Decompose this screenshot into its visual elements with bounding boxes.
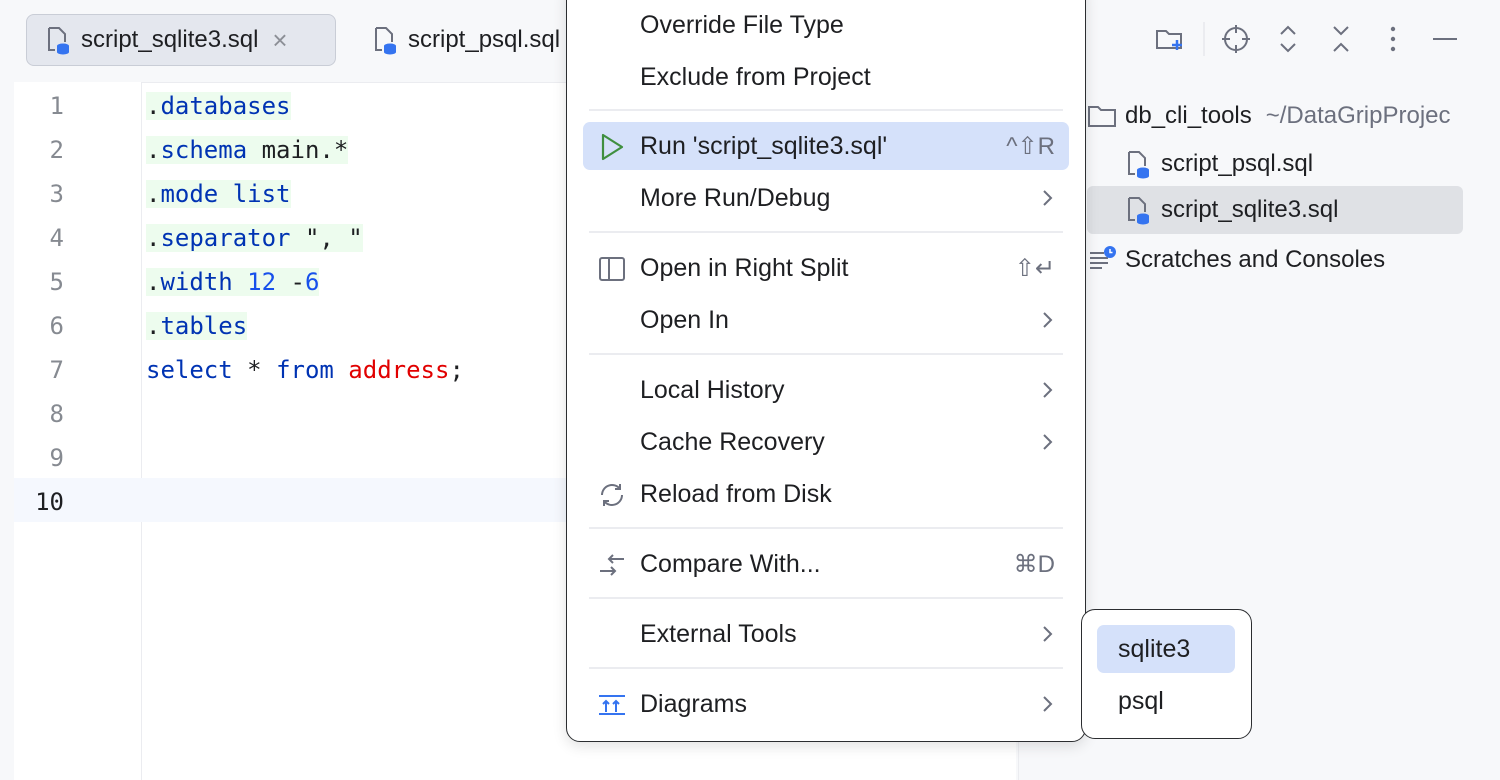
line-number: 6 [49, 312, 64, 340]
menu-item-open-in-right-split[interactable]: Open in Right Split ⇧↵ [583, 244, 1069, 292]
menu-item-reload-from-disk[interactable]: Reload from Disk [583, 470, 1069, 518]
chevron-right-icon [1043, 434, 1053, 450]
diagrams-icon [599, 695, 625, 715]
line-number: 8 [49, 400, 64, 428]
root-label: db_cli_tools [1125, 102, 1252, 129]
minimize-icon[interactable] [1428, 22, 1462, 56]
tree-scratches-and-consoles[interactable]: Scratches and Consoles [1087, 236, 1385, 284]
menu-item-local-history[interactable]: Local History [583, 366, 1069, 414]
shortcut: ^⇧R [1006, 132, 1055, 160]
expand-all-icon[interactable] [1271, 22, 1305, 56]
current-line-highlight [14, 478, 574, 522]
close-icon[interactable]: × [272, 25, 287, 56]
project-root-folder[interactable]: db_cli_tools ~/DataGripProjec [1087, 92, 1451, 140]
chevron-right-icon [1043, 626, 1053, 642]
external-tools-submenu: sqlite3 psql [1081, 609, 1252, 739]
code-line-1[interactable]: .databases [146, 84, 291, 128]
reload-icon [601, 484, 623, 506]
menu-item-open-in[interactable]: Open In [583, 296, 1069, 344]
code-line-2[interactable]: .schema main.* [146, 128, 349, 172]
line-number: 7 [49, 356, 64, 384]
menu-separator [589, 597, 1063, 599]
sql-file-icon [1128, 151, 1149, 179]
submenu-item-sqlite3[interactable]: sqlite3 [1097, 625, 1235, 673]
menu-item-more-run-debug[interactable]: More Run/Debug [583, 174, 1069, 222]
tab-label: script_sqlite3.sql [81, 26, 259, 53]
chevron-right-icon [1043, 190, 1053, 206]
file-label: script_sqlite3.sql [1161, 196, 1339, 223]
menu-item-cache-recovery[interactable]: Cache Recovery [583, 418, 1069, 466]
submenu-item-psql[interactable]: psql [1097, 677, 1235, 725]
code-line-6[interactable]: .tables [146, 304, 248, 348]
shortcut: ⌘D [1013, 550, 1055, 578]
collapse-all-icon[interactable] [1324, 22, 1358, 56]
locate-icon[interactable] [1219, 22, 1253, 56]
code-line-3[interactable]: .mode list [146, 172, 291, 216]
run-icon [601, 133, 624, 161]
line-number: 1 [49, 92, 64, 120]
context-menu: Override File Type Exclude from Project … [566, 0, 1086, 742]
line-number-current: 10 [35, 488, 64, 516]
chevron-right-icon [1043, 696, 1053, 712]
root-path: ~/DataGripProjec [1265, 102, 1451, 129]
menu-item-exclude-from-project[interactable]: Exclude from Project [583, 53, 1069, 101]
menu-separator [589, 667, 1063, 669]
sql-file-icon [375, 27, 396, 55]
file-label: script_psql.sql [1161, 150, 1314, 177]
shortcut: ⇧↵ [1014, 254, 1055, 282]
menu-separator [589, 109, 1063, 111]
line-number: 3 [49, 180, 64, 208]
tab-script-psql[interactable]: script_psql.sql [366, 14, 560, 66]
menu-separator [589, 353, 1063, 355]
line-number: 4 [49, 224, 64, 252]
tree-file-script-psql[interactable]: script_psql.sql [1123, 140, 1463, 188]
folder-icon [1088, 106, 1116, 127]
line-number: 9 [49, 444, 64, 472]
scratches-label: Scratches and Consoles [1125, 246, 1386, 273]
code-line-7[interactable]: select * from address; [146, 348, 464, 392]
chevron-right-icon [1043, 382, 1053, 398]
menu-item-run[interactable]: Run 'script_sqlite3.sql' ^⇧R [583, 122, 1069, 170]
compare-icon [600, 554, 624, 576]
tree-file-script-sqlite3[interactable]: script_sqlite3.sql [1087, 186, 1463, 234]
toolbar-divider [1203, 22, 1205, 56]
menu-item-diagrams[interactable]: Diagrams [583, 680, 1069, 728]
code-line-5[interactable]: .width 12 -6 [146, 260, 320, 304]
menu-separator [589, 231, 1063, 233]
new-folder-icon[interactable] [1153, 22, 1187, 56]
tab-label: script_psql.sql [408, 26, 561, 53]
line-number: 2 [49, 136, 64, 164]
split-icon [599, 257, 625, 281]
tab-script-sqlite3[interactable]: script_sqlite3.sql × [26, 14, 336, 66]
menu-separator [589, 527, 1063, 529]
code-line-4[interactable]: .separator ", " [146, 216, 363, 260]
more-options-icon[interactable] [1376, 22, 1410, 56]
line-number: 5 [49, 268, 64, 296]
menu-item-external-tools[interactable]: External Tools [583, 610, 1069, 658]
sql-file-icon [48, 27, 69, 55]
sql-file-icon [1128, 197, 1149, 225]
menu-item-compare-with[interactable]: Compare With... ⌘D [583, 540, 1069, 588]
menu-item-override-file-type[interactable]: Override File Type [583, 1, 1069, 49]
chevron-right-icon [1043, 312, 1053, 328]
scratches-icon [1090, 246, 1116, 269]
